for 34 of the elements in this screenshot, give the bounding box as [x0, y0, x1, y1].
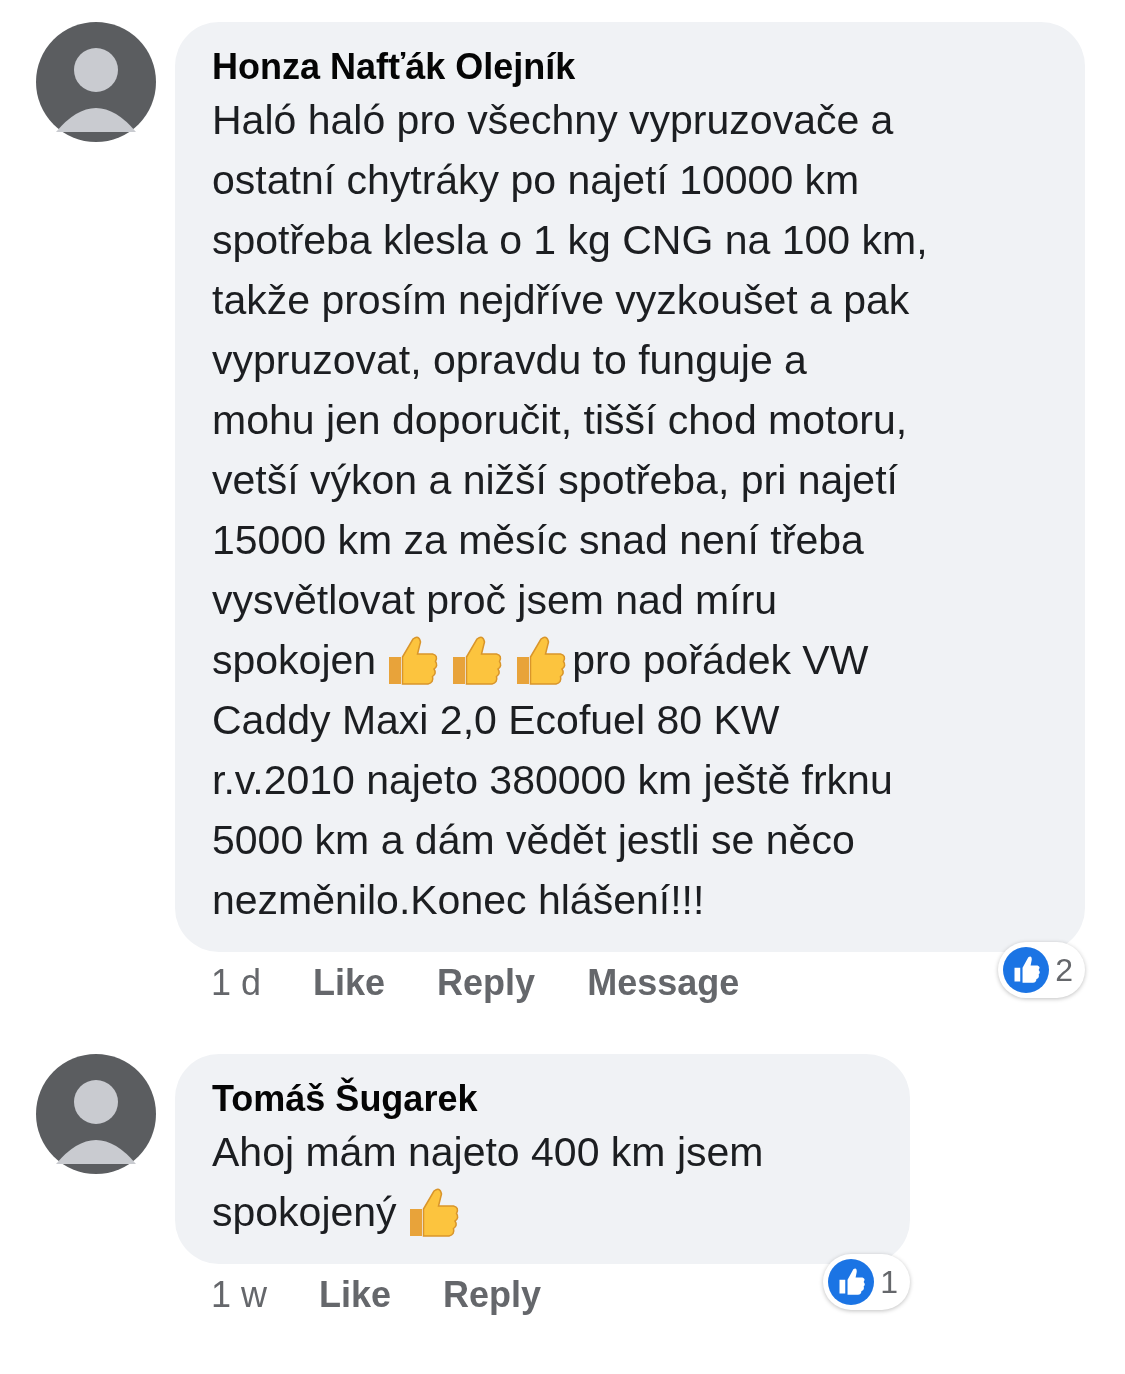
comment-text: Haló haló pro všechny vypruzovače a [212, 96, 894, 145]
like-icon [1003, 947, 1050, 993]
comment-text: vypruzovat, opravdu to funguje a [212, 336, 807, 385]
timestamp: 1 w [211, 1274, 268, 1316]
like-icon [828, 1259, 875, 1305]
action-link[interactable]: Reply [437, 962, 536, 1004]
comment-text: vysvětlovat proč jsem nad míru [212, 576, 778, 625]
comment-text: Caddy Maxi 2,0 Ecofuel 80 KW [212, 696, 780, 745]
reaction-badge[interactable]: 2 [998, 942, 1085, 998]
author-name[interactable]: Honza Nafťák Olejník [212, 44, 1055, 90]
comment-text: mohu jen doporučit, tišší chod motoru, [212, 396, 908, 445]
author-name[interactable]: Tomáš Šugarek [212, 1076, 880, 1122]
comment-text: spotřeba klesla o 1 kg CNG na 100 km, [212, 216, 928, 265]
reaction-count: 1 [880, 1263, 898, 1301]
comment-text: spokojen [212, 636, 377, 685]
comment-text: vetší výkon a nižší spotřeba, pri najetí [212, 456, 898, 505]
comment-text: 5000 km a dám vědět jestli se něco [212, 816, 855, 865]
comment-text: r.v.2010 najeto 380000 km ještě frknu [212, 756, 893, 805]
comment-text: pro pořádek VW [572, 636, 869, 685]
action-link[interactable]: Like [313, 962, 386, 1004]
comment-text: ostatní chytráky po najetí 10000 km [212, 156, 860, 205]
comment-text: takže prosím nejdříve vyzkoušet a pak [212, 276, 910, 325]
comment-text: Ahoj mám najeto 400 km jsem [212, 1128, 764, 1177]
comment-text: spokojený [212, 1188, 397, 1237]
action-link[interactable]: Message [587, 962, 740, 1004]
reaction-count: 2 [1055, 951, 1073, 989]
comment-text: 15000 km za měsíc snad není třeba [212, 516, 864, 565]
action-link[interactable]: Reply [443, 1274, 542, 1316]
avatar[interactable] [36, 1054, 156, 1174]
avatar[interactable] [36, 22, 156, 142]
timestamp: 1 d [211, 962, 262, 1004]
reaction-badge[interactable]: 1 [823, 1254, 910, 1310]
action-link[interactable]: Like [319, 1274, 392, 1316]
comment-text: nezměnilo.Konec hlášení!!! [212, 876, 705, 925]
